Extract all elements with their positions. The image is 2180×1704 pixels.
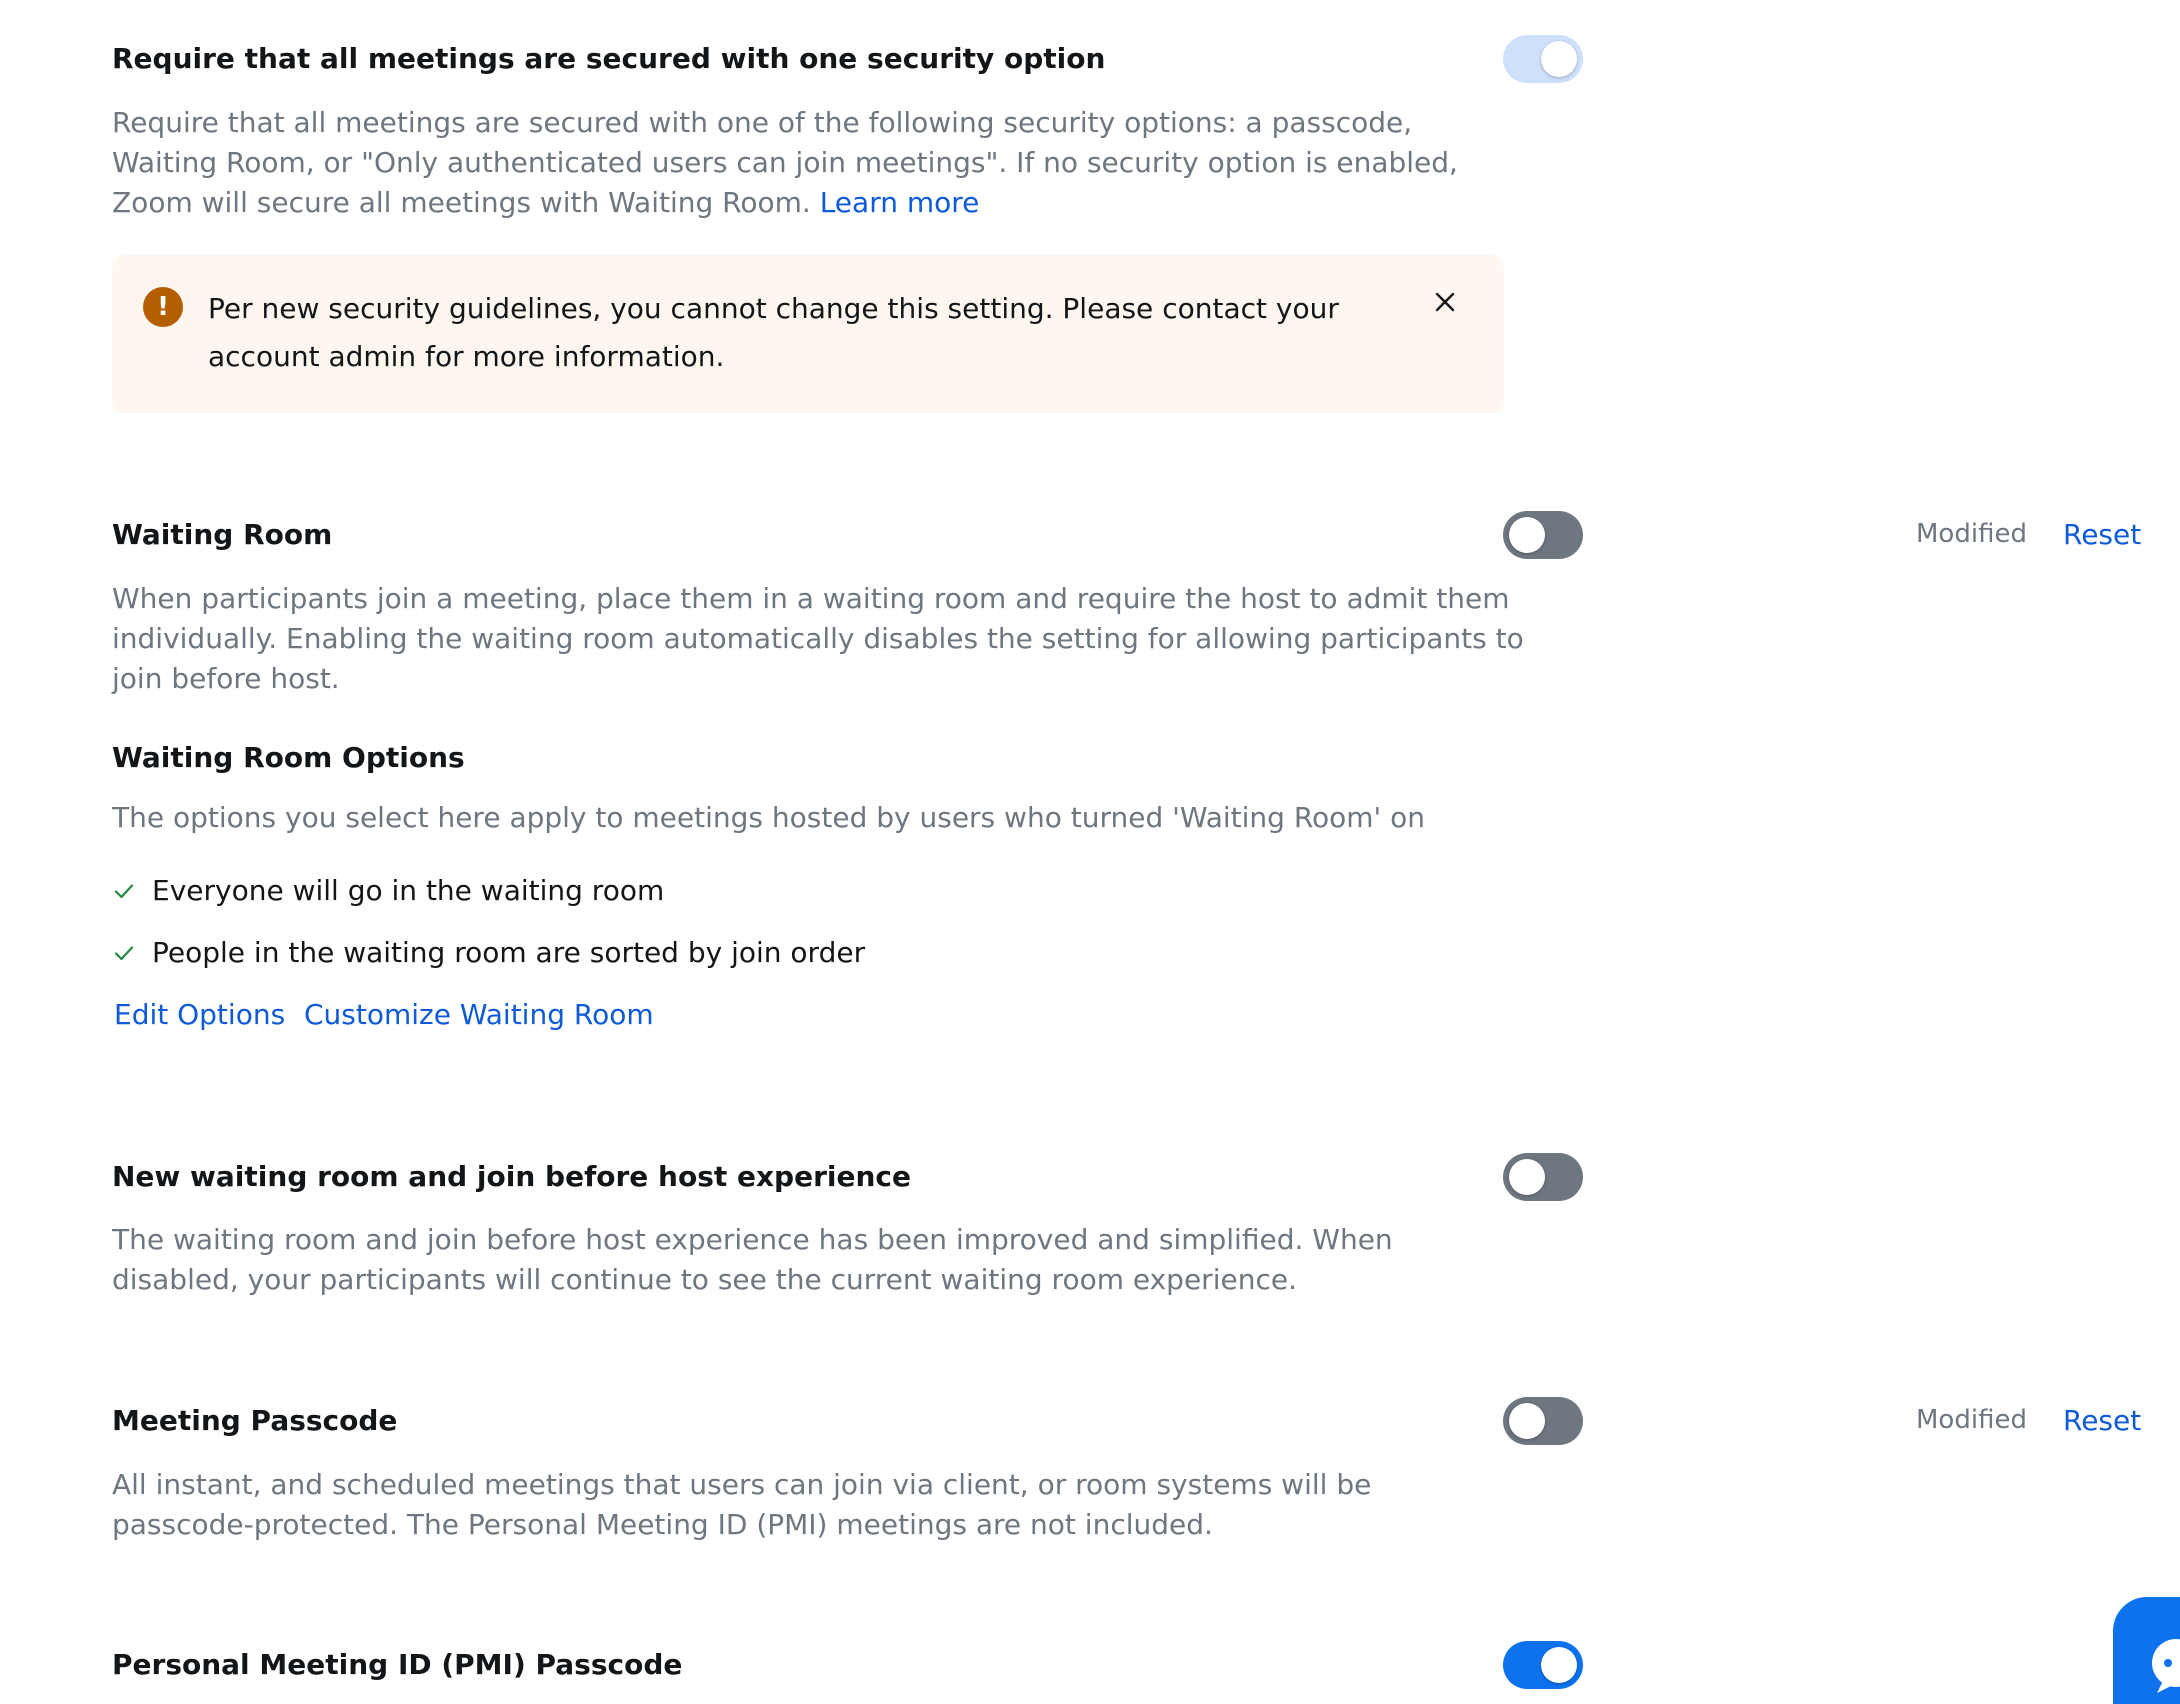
desc-line: join before host. — [112, 662, 340, 695]
alert-line: account admin for more information. — [208, 340, 725, 373]
chat-icon — [2152, 1639, 2180, 1693]
security-alert: ! Per new security guidelines, you canno… — [112, 255, 1504, 413]
reset-button[interactable]: Reset — [2063, 1404, 2141, 1437]
desc-line: Zoom will secure all meetings with Waiti… — [112, 183, 1458, 223]
desc-line: Require that all meetings are secured wi… — [112, 106, 1413, 139]
secure-all-toggle[interactable] — [1503, 35, 1583, 83]
desc-line: The waiting room and join before host ex… — [112, 1223, 1393, 1256]
reset-button[interactable]: Reset — [2063, 518, 2141, 551]
desc-line: individually. Enabling the waiting room … — [112, 622, 1524, 655]
desc-line: passcode-protected. The Personal Meeting… — [112, 1508, 1213, 1541]
secure-all-title: Require that all meetings are secured wi… — [112, 42, 1106, 75]
warning-icon: ! — [143, 287, 183, 327]
customize-waiting-room-link[interactable]: Customize Waiting Room — [304, 998, 654, 1031]
waiting-room-options-description: The options you select here apply to mee… — [112, 801, 1426, 834]
toggle-knob — [1541, 1647, 1577, 1683]
chat-button[interactable] — [2113, 1597, 2180, 1704]
toggle-knob — [1509, 1159, 1545, 1195]
check-icon — [112, 939, 136, 963]
meeting-passcode-title: Meeting Passcode — [112, 1404, 398, 1437]
option-label: Everyone will go in the waiting room — [152, 874, 665, 907]
alert-message: Per new security guidelines, you cannot … — [208, 285, 1339, 381]
desc-line: Waiting Room, or "Only authenticated use… — [112, 146, 1458, 179]
waiting-room-option: Everyone will go in the waiting room — [112, 874, 664, 907]
desc-line: All instant, and scheduled meetings that… — [112, 1468, 1372, 1501]
new-waiting-room-description: The waiting room and join before host ex… — [112, 1220, 1393, 1300]
edit-options-link[interactable]: Edit Options — [114, 998, 285, 1031]
desc-line: When participants join a meeting, place … — [112, 582, 1510, 615]
waiting-room-description: When participants join a meeting, place … — [112, 579, 1524, 699]
settings-page: Require that all meetings are secured wi… — [0, 0, 2180, 1704]
pmi-passcode-title: Personal Meeting ID (PMI) Passcode — [112, 1648, 683, 1681]
alert-line: Per new security guidelines, you cannot … — [208, 292, 1339, 325]
waiting-room-title: Waiting Room — [112, 518, 333, 551]
new-waiting-room-title: New waiting room and join before host ex… — [112, 1160, 912, 1193]
meeting-passcode-toggle[interactable] — [1503, 1397, 1583, 1445]
check-icon — [112, 877, 136, 901]
meeting-passcode-description: All instant, and scheduled meetings that… — [112, 1465, 1371, 1545]
close-icon[interactable] — [1430, 287, 1460, 317]
waiting-room-toggle[interactable] — [1503, 511, 1583, 559]
toggle-knob — [1509, 1403, 1545, 1439]
modified-label: Modified — [1916, 519, 2027, 549]
secure-all-description: Require that all meetings are secured wi… — [112, 103, 1458, 223]
learn-more-link[interactable]: Learn more — [820, 186, 980, 219]
option-label: People in the waiting room are sorted by… — [152, 936, 866, 969]
new-waiting-room-toggle[interactable] — [1503, 1153, 1583, 1201]
desc-text: Zoom will secure all meetings with Waiti… — [112, 186, 811, 219]
toggle-knob — [1509, 517, 1545, 553]
waiting-room-options-title: Waiting Room Options — [112, 741, 465, 774]
toggle-knob — [1541, 41, 1577, 77]
desc-line: disabled, your participants will continu… — [112, 1263, 1297, 1296]
waiting-room-option: People in the waiting room are sorted by… — [112, 936, 865, 969]
modified-label: Modified — [1916, 1405, 2027, 1435]
pmi-passcode-toggle[interactable] — [1503, 1641, 1583, 1689]
